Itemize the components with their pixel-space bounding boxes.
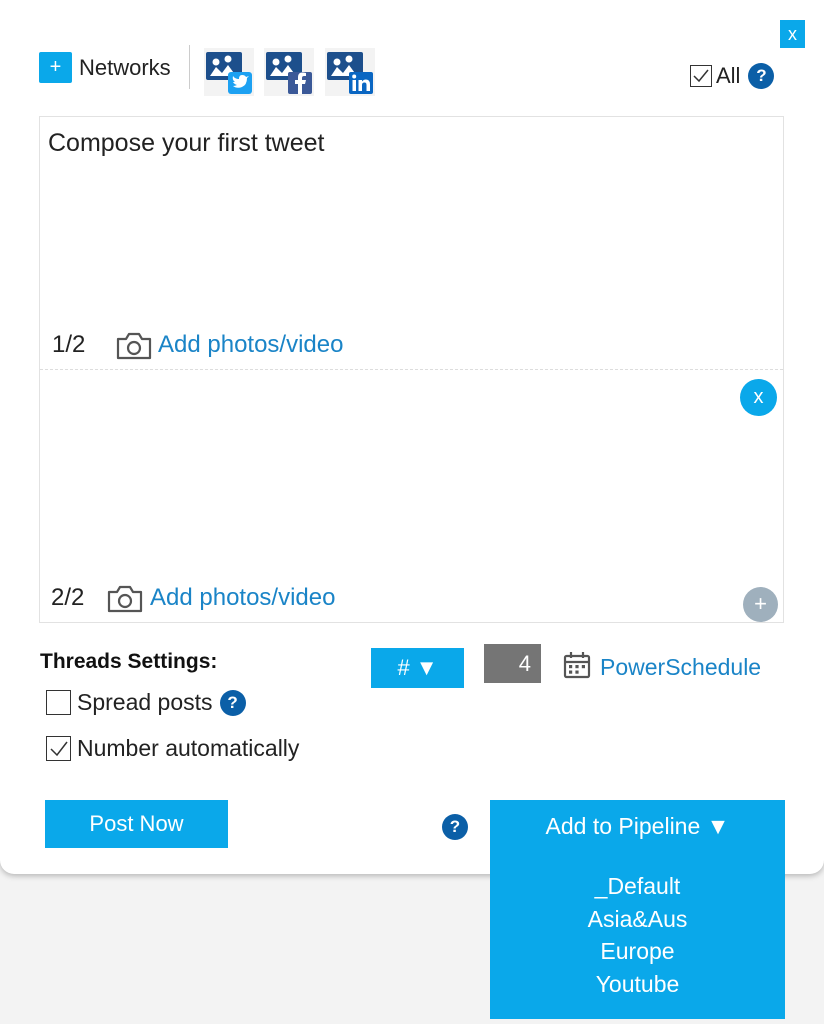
numbering-format-dropdown[interactable]: # ▼ bbox=[371, 648, 464, 688]
thread-composer: Compose your first tweet 1/2 Add photos/… bbox=[39, 116, 784, 623]
networks-button[interactable]: + Networks bbox=[39, 52, 171, 83]
networks-label: Networks bbox=[79, 54, 171, 80]
spread-posts-label: Spread posts bbox=[77, 689, 213, 715]
powerschedule-label: PowerSchedule bbox=[600, 654, 762, 680]
number-automatically-option: Number automatically bbox=[46, 735, 299, 762]
pipeline-option-europe[interactable]: Europe bbox=[490, 935, 785, 968]
select-all-checkbox[interactable] bbox=[690, 65, 712, 87]
facebook-network-icon[interactable] bbox=[264, 48, 314, 96]
select-all-networks: All ? bbox=[690, 63, 775, 89]
pipeline-option-asia-aus[interactable]: Asia&Aus bbox=[490, 903, 785, 936]
compose-modal: x + Networks All ? Compose your first tw… bbox=[0, 0, 824, 874]
tweet-2-add-photos-link[interactable]: Add photos/video bbox=[150, 584, 335, 612]
tweet-1-add-photos-link[interactable]: Add photos/video bbox=[158, 331, 343, 359]
networks-help-icon[interactable]: ? bbox=[748, 63, 775, 89]
pipeline-help-icon[interactable]: ? bbox=[442, 814, 468, 840]
camera-icon[interactable] bbox=[106, 584, 144, 619]
powerschedule-link[interactable]: PowerSchedule bbox=[562, 650, 761, 685]
spread-posts-option: Spread posts ? bbox=[46, 689, 246, 716]
linkedin-network-icon[interactable] bbox=[325, 48, 375, 96]
pipeline-option-youtube[interactable]: Youtube bbox=[490, 968, 785, 1001]
pipeline-options-list: _Default Asia&Aus Europe Youtube bbox=[490, 870, 785, 1000]
tweet-1-counter: 1/2 bbox=[52, 331, 86, 358]
post-now-button[interactable]: Post Now bbox=[45, 800, 228, 848]
twitter-network-icon[interactable] bbox=[204, 48, 254, 96]
threads-settings-title: Threads Settings: bbox=[40, 650, 218, 673]
calendar-icon bbox=[562, 650, 592, 685]
close-modal-button[interactable]: x bbox=[780, 20, 805, 48]
pipeline-dropdown: Add to Pipeline ▼ _Default Asia&Aus Euro… bbox=[490, 800, 785, 1019]
add-tweet-button[interactable]: + bbox=[743, 587, 778, 622]
select-all-label: All bbox=[716, 63, 741, 88]
tweet-divider bbox=[40, 369, 783, 370]
tweet-2-counter: 2/2 bbox=[51, 584, 85, 611]
header-divider bbox=[189, 45, 190, 89]
tweet-1-textarea[interactable]: Compose your first tweet bbox=[48, 129, 325, 158]
plus-icon: + bbox=[39, 52, 72, 83]
add-to-pipeline-button[interactable]: Add to Pipeline ▼ bbox=[490, 800, 785, 852]
spread-posts-checkbox[interactable] bbox=[46, 690, 71, 715]
number-automatically-label: Number automatically bbox=[77, 735, 300, 761]
thread-count-input[interactable]: 4 bbox=[484, 644, 541, 683]
pipeline-option-default[interactable]: _Default bbox=[490, 870, 785, 903]
spread-posts-help-icon[interactable]: ? bbox=[219, 689, 246, 716]
number-automatically-checkbox[interactable] bbox=[46, 736, 71, 761]
camera-icon[interactable] bbox=[115, 331, 153, 366]
remove-tweet-2-button[interactable]: x bbox=[740, 379, 777, 416]
